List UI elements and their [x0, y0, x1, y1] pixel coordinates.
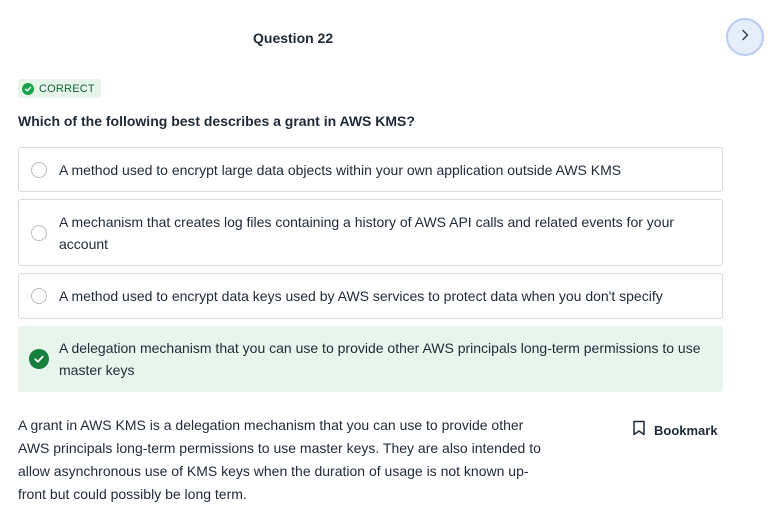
answer-option[interactable]: A method used to encrypt large data obje…: [18, 147, 723, 192]
radio-button[interactable]: [31, 224, 47, 241]
bookmark-button[interactable]: Bookmark: [632, 420, 718, 441]
check-circle-icon[interactable]: [29, 349, 49, 369]
option-text: A method used to encrypt data keys used …: [59, 288, 663, 304]
status-label: CORRECT: [39, 82, 95, 95]
answer-option[interactable]: A mechanism that creates log files conta…: [18, 199, 723, 266]
option-text: A mechanism that creates log files conta…: [59, 213, 675, 252]
status-badge: CORRECT: [18, 79, 101, 98]
chevron-right-icon: [739, 28, 751, 46]
bookmark-icon: [632, 420, 646, 441]
check-circle-icon: [22, 82, 34, 95]
option-text: A delegation mechanism that you can use …: [59, 340, 701, 378]
radio-button[interactable]: [31, 288, 47, 304]
bookmark-label: Bookmark: [654, 423, 718, 438]
question-prompt: Which of the following best describes a …: [18, 113, 415, 129]
option-text: A method used to encrypt large data obje…: [59, 161, 622, 178]
explanation-text: A grant in AWS KMS is a delegation mecha…: [18, 417, 541, 502]
radio-button[interactable]: [31, 161, 47, 178]
next-question-button[interactable]: [726, 18, 764, 56]
answer-option-selected[interactable]: A delegation mechanism that you can use …: [18, 326, 723, 392]
answer-option[interactable]: A method used to encrypt data keys used …: [18, 273, 723, 319]
question-title: Question 22: [253, 30, 334, 46]
